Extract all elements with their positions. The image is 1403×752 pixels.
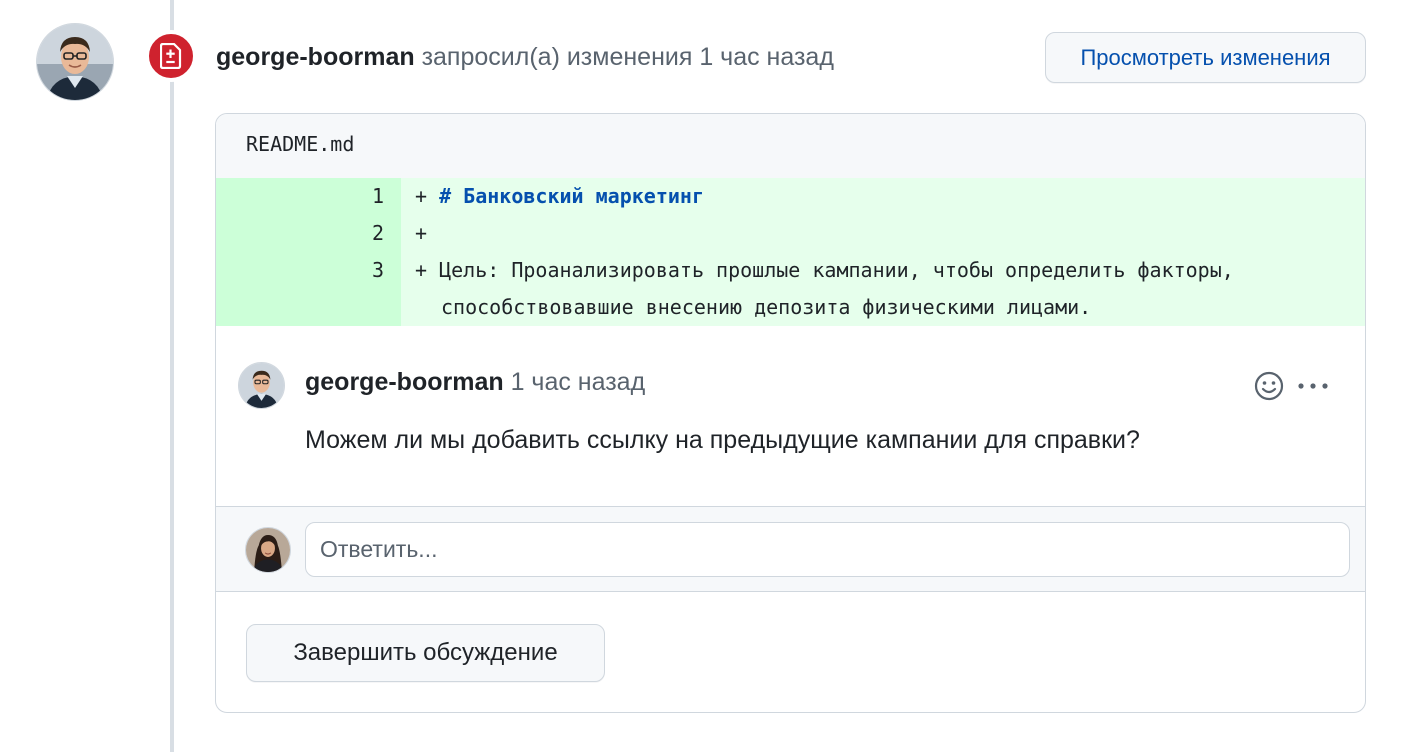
current-user-avatar-image (246, 528, 290, 572)
review-thread-box: README.md 1 + # Банковский маркетинг 2 +… (215, 113, 1366, 713)
reviewer-avatar[interactable] (36, 23, 114, 101)
reply-input[interactable] (305, 522, 1350, 577)
diff-line: + # Банковский маркетинг (415, 184, 704, 208)
comment-body: Можем ли мы добавить ссылку на предыдущи… (305, 426, 1140, 454)
review-header: george-boorman запросил(а) изменения 1 ч… (216, 40, 834, 74)
diff-marker: + (415, 221, 428, 245)
review-action-text: запросил(а) изменения 1 час назад (414, 43, 834, 71)
line-number[interactable]: 2 (216, 221, 384, 245)
kebab-horizontal-icon (1298, 383, 1328, 389)
current-user-avatar[interactable] (245, 527, 291, 573)
diff-line-wrap: способствовавшие внесению депозита физич… (441, 295, 1091, 319)
diff-marker: + (415, 184, 440, 208)
comment-header: george-boorman 1 час назад (305, 368, 645, 397)
comment-time[interactable]: 1 час назад (504, 368, 646, 396)
smiley-icon (1254, 371, 1284, 401)
diff-line-text: способствовавшие внесению депозита физич… (441, 295, 1092, 319)
line-number[interactable]: 1 (216, 184, 384, 208)
comment-author-link[interactable]: george-boorman (305, 368, 504, 396)
reviewer-avatar-image (37, 24, 113, 100)
comment-author-avatar-image (239, 363, 284, 408)
review-comment: george-boorman 1 час назад Можем ли мы д… (216, 326, 1365, 506)
file-diff-icon (160, 43, 182, 69)
diff-line-text: Цель: Проанализировать прошлые кампании,… (439, 258, 1234, 282)
comment-author-avatar[interactable] (238, 362, 285, 409)
diff-line: + (415, 221, 427, 245)
review-author-link[interactable]: george-boorman (216, 43, 415, 71)
reply-section (216, 506, 1365, 592)
timeline-line (170, 0, 174, 752)
diff-line: + Цель: Проанализировать прошлые кампани… (415, 258, 1234, 282)
diff-marker: + (415, 258, 440, 282)
file-header: README.md (216, 114, 1365, 178)
comment-options-button[interactable] (1295, 368, 1331, 404)
line-number[interactable]: 3 (216, 258, 384, 282)
pr-review-page: george-boorman запросил(а) изменения 1 ч… (0, 0, 1403, 752)
diff-line-text: # Банковский маркетинг (439, 184, 704, 208)
file-name[interactable]: README.md (246, 132, 354, 156)
request-changes-badge (145, 30, 197, 82)
view-changes-button[interactable]: Просмотреть изменения (1045, 32, 1366, 83)
add-reaction-button[interactable] (1251, 368, 1287, 404)
diff-hunk: 1 + # Банковский маркетинг 2 + 3 + Цель:… (216, 178, 1365, 327)
resolve-conversation-button[interactable]: Завершить обсуждение (246, 624, 605, 682)
